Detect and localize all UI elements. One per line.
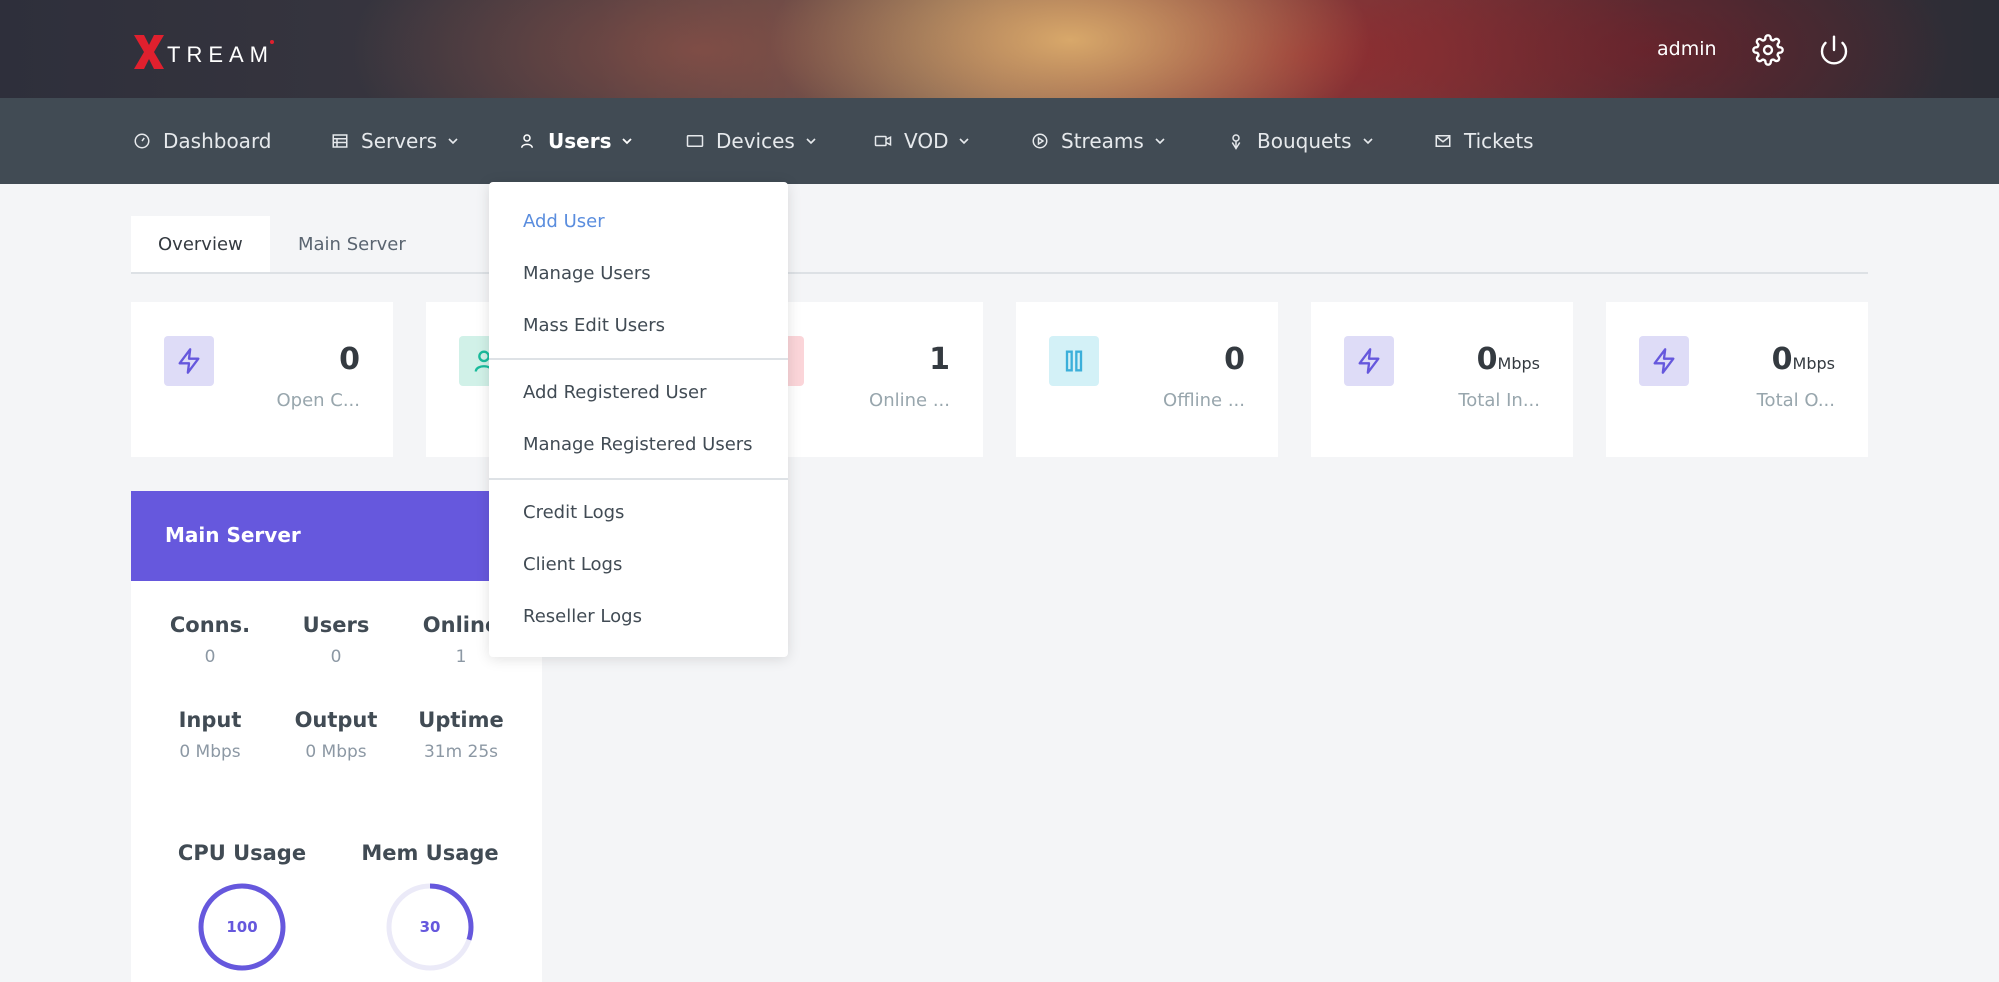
video-icon — [874, 135, 892, 147]
gauge-value: 100 — [226, 918, 257, 936]
stat-label: Users — [302, 613, 370, 637]
menu-item-add-registered-user[interactable]: Add Registered User — [523, 382, 707, 403]
nav-users[interactable]: Users — [518, 98, 633, 184]
nav-devices[interactable]: Devices — [686, 98, 817, 184]
stat-value: 0 — [204, 647, 216, 667]
stat-value: 0 — [330, 647, 342, 667]
bolt-icon — [1639, 336, 1689, 386]
tab-overview[interactable]: Overview — [131, 216, 270, 272]
tab-bar: Overview Main Server — [131, 216, 1868, 274]
server-stat-output: Output 0 Mbps — [271, 708, 401, 762]
username-label[interactable]: admin — [1657, 38, 1717, 60]
bouquet-icon — [1231, 134, 1241, 150]
menu-item-reseller-logs[interactable]: Reseller Logs — [523, 606, 642, 627]
stat-label: Conns. — [169, 613, 251, 637]
nav-bouquets-label: Bouquets — [1257, 129, 1352, 153]
users-dropdown-menu: Add User Manage Users Mass Edit Users Ad… — [489, 182, 788, 657]
menu-divider — [489, 478, 788, 480]
chevron-down-icon — [1363, 138, 1373, 145]
server-stat-uptime: Uptime 31m 25s — [396, 708, 526, 762]
server-stat-input: Input 0 Mbps — [145, 708, 275, 762]
nav-servers[interactable]: Servers — [331, 98, 459, 184]
logo[interactable]: TREAM — [133, 32, 274, 70]
top-header: TREAM admin — [0, 0, 1999, 98]
chevron-down-icon — [959, 138, 970, 145]
server-stat-users: Users 0 — [271, 613, 401, 667]
server-stat-connections: Conns. 0 — [145, 613, 275, 667]
nav-users-label: Users — [548, 129, 612, 153]
nav-dashboard[interactable]: Dashboard — [133, 98, 272, 184]
mem-usage-label: Mem Usage — [361, 841, 499, 865]
stat-value: 1 — [929, 342, 950, 377]
logo-dot — [270, 40, 274, 44]
stat-card-open-connections: 0 Open C... — [131, 302, 393, 457]
server-panel: Main Server Conns. 0 Users 0 Online 1 In… — [131, 491, 542, 982]
chevron-down-icon — [806, 138, 816, 145]
stat-label: Uptime — [418, 708, 504, 732]
menu-item-add-user[interactable]: Add User — [523, 211, 605, 232]
server-title: Main Server — [165, 523, 301, 547]
nav-bouquets[interactable]: Bouquets — [1227, 98, 1374, 184]
mem-usage-gauge: 30 — [386, 883, 474, 971]
logo-text: TREAM — [167, 42, 274, 67]
cpu-usage-gauge: 100 — [198, 883, 286, 971]
devices-icon — [686, 135, 704, 147]
tab-main-server[interactable]: Main Server — [298, 216, 406, 272]
main-nav: Dashboard Servers Users Devices VOD Stre… — [0, 98, 1999, 184]
menu-divider — [489, 358, 788, 360]
menu-item-manage-registered-users[interactable]: Manage Registered Users — [523, 434, 753, 455]
stat-label: Input — [178, 708, 242, 732]
stat-value: 0 Mbps — [305, 742, 367, 762]
stat-label: Total O... — [1756, 390, 1835, 411]
menu-item-client-logs[interactable]: Client Logs — [523, 554, 622, 575]
stat-label: Open C... — [276, 390, 360, 411]
stat-value: 0Mbps — [1476, 342, 1540, 377]
menu-item-mass-edit-users[interactable]: Mass Edit Users — [523, 315, 665, 336]
nav-dashboard-label: Dashboard — [163, 129, 272, 153]
bolt-icon — [1344, 336, 1394, 386]
stat-label: Total In... — [1458, 390, 1540, 411]
nav-tickets-label: Tickets — [1464, 129, 1534, 153]
servers-icon — [332, 134, 348, 148]
cpu-usage-label: CPU Usage — [177, 841, 307, 865]
stat-card-total-output: 0Mbps Total O... — [1606, 302, 1868, 457]
dashboard-icon — [134, 133, 150, 149]
stat-value: 0Mbps — [1771, 342, 1835, 377]
gear-icon[interactable] — [1752, 34, 1784, 66]
nav-vod-label: VOD — [904, 129, 949, 153]
nav-tickets[interactable]: Tickets — [1434, 98, 1534, 184]
stat-value: 0 — [1224, 342, 1245, 377]
chevron-down-icon — [1155, 138, 1165, 145]
mail-icon — [1435, 135, 1451, 147]
nav-vod[interactable]: VOD — [874, 98, 970, 184]
stat-label: Online ... — [869, 390, 950, 411]
gauge-value: 30 — [420, 918, 441, 936]
server-panel-header[interactable]: Main Server — [131, 491, 542, 581]
nav-servers-label: Servers — [361, 129, 438, 153]
user-icon — [521, 134, 533, 148]
chevron-down-icon — [448, 138, 458, 145]
stat-card-offline: 0 Offline ... — [1016, 302, 1278, 457]
nav-streams[interactable]: Streams — [1031, 98, 1166, 184]
nav-devices-label: Devices — [716, 129, 795, 153]
stat-value: 0 Mbps — [179, 742, 241, 762]
pause-icon — [1049, 336, 1099, 386]
chevron-down-icon — [622, 138, 633, 145]
bolt-icon — [164, 336, 214, 386]
stat-label: Offline ... — [1163, 390, 1245, 411]
menu-item-credit-logs[interactable]: Credit Logs — [523, 502, 624, 523]
stat-label: Output — [294, 708, 378, 732]
stat-card-total-input: 0Mbps Total In... — [1311, 302, 1573, 457]
stat-value: 31m 25s — [423, 742, 499, 762]
power-icon[interactable] — [1818, 34, 1850, 66]
play-icon — [1032, 133, 1048, 149]
stat-value: 0 — [339, 342, 360, 377]
menu-item-manage-users[interactable]: Manage Users — [523, 263, 651, 284]
logo-x-icon — [134, 35, 164, 69]
nav-streams-label: Streams — [1061, 129, 1144, 153]
